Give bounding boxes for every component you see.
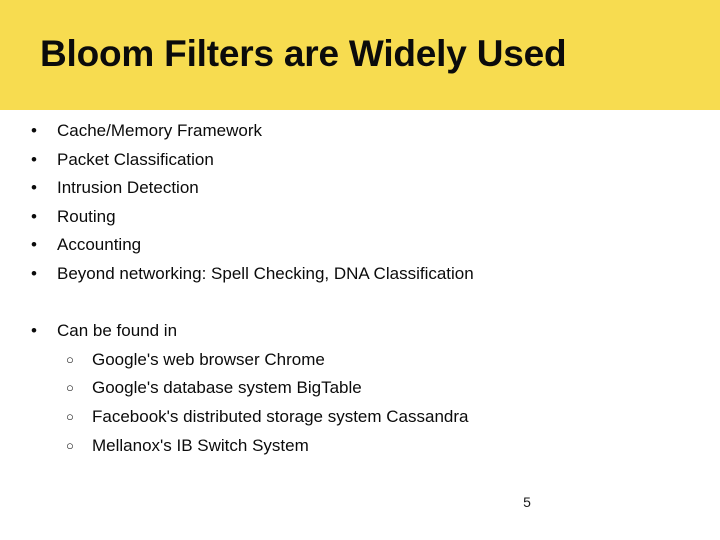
sub-bullet-item: ○ Google's database system BigTable [0,374,720,403]
bullet-circle-icon: ○ [66,351,74,367]
bullet-label: Google's web browser Chrome [92,349,325,369]
bullet-dot-icon: • [31,321,37,341]
bullet-label: Beyond networking: Spell Checking, DNA C… [57,263,474,283]
sub-bullet-item: ○ Mellanox's IB Switch System [0,432,720,461]
bullet-dot-icon: • [31,121,37,140]
bullet-label: Mellanox's IB Switch System [92,435,309,455]
bullet-dot-icon: • [31,206,37,226]
slide-title: Bloom Filters are Widely Used [40,33,567,74]
bullet-dot-icon: • [31,149,37,169]
bullet-item: • Beyond networking: Spell Checking, DNA … [0,260,720,289]
bullet-circle-icon: ○ [66,380,74,396]
page-number: 5 [523,494,531,510]
bullet-item: • Routing [0,203,720,232]
bullet-item: • Packet Classification [0,146,720,175]
bullet-item: • Cache/Memory Framework [0,117,720,146]
bullet-spacer [0,289,720,318]
bullet-circle-icon: ○ [66,408,74,424]
sub-bullet-item: ○ Facebook's distributed storage system C… [0,403,720,432]
title-banner: Bloom Filters are Widely Used [0,0,720,110]
bullet-item: • Can be found in [0,317,720,346]
sub-bullet-item: ○ Google's web browser Chrome [0,346,720,375]
bullet-dot-icon: • [31,178,37,198]
bullet-label: Facebook's distributed storage system Ca… [92,406,469,426]
bullet-circle-icon: ○ [66,437,74,453]
bullet-label: Intrusion Detection [57,178,199,198]
bullet-item: • Accounting [0,231,720,260]
bullet-label: Accounting [57,235,142,255]
bullet-item: • Intrusion Detection [0,174,720,203]
bullet-list: • Cache/Memory Framework • Packet Classific… [0,117,720,460]
bullet-label: Cache/Memory Framework [57,121,262,140]
bullet-dot-icon: • [31,263,37,283]
bullet-dot-icon: • [31,235,37,255]
slide: Bloom Filters are Widely Used • Cache/Mem… [0,0,720,540]
bullet-label: Packet Classification [57,149,214,169]
bullet-label: Can be found in [57,321,178,341]
bullet-label: Routing [57,206,116,226]
bullet-label: Google's database system BigTable [92,378,362,398]
slide-body: • Cache/Memory Framework • Packet Classific… [0,110,720,540]
